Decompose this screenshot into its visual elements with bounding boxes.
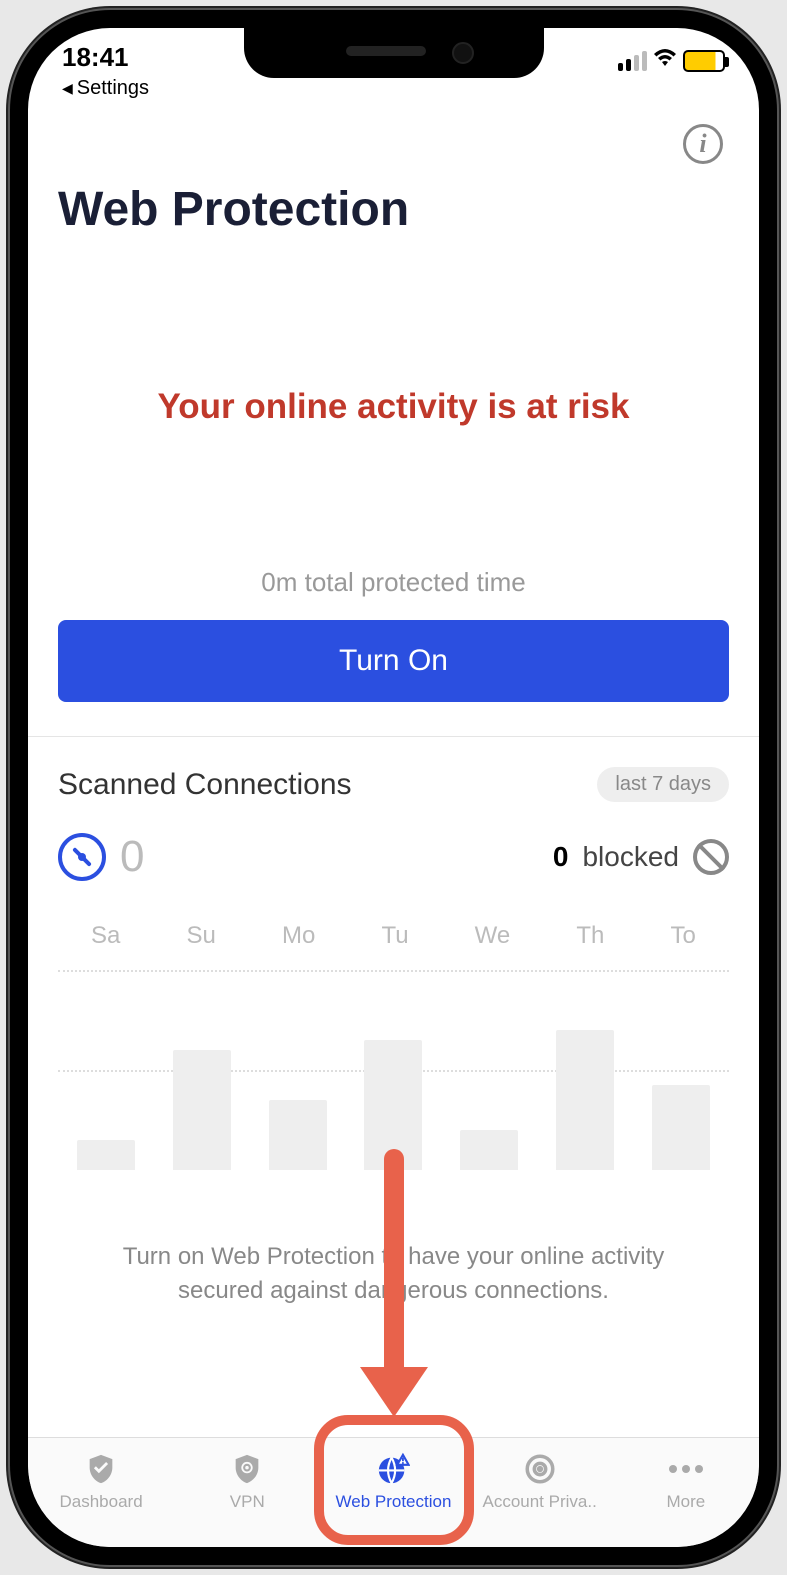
tab-vpn[interactable]: VPN xyxy=(177,1452,317,1512)
chart-label: We xyxy=(475,922,511,950)
blocked-label: blocked xyxy=(582,841,679,873)
chart-label: To xyxy=(670,922,695,950)
chart-label: Sa xyxy=(91,922,120,950)
screen: 18:41 Settings i Web Protection Your onl… xyxy=(28,28,759,1547)
tab-dashboard[interactable]: Dashboard xyxy=(31,1452,171,1512)
tab-label: VPN xyxy=(230,1492,265,1512)
compass-icon xyxy=(58,833,106,881)
scanned-count: 0 xyxy=(120,832,144,882)
chart-bar xyxy=(77,1140,135,1170)
risk-message: Your online activity is at risk xyxy=(58,387,729,427)
back-to-settings[interactable]: Settings xyxy=(62,77,149,100)
chart-bar xyxy=(460,1130,518,1170)
chart-label: Su xyxy=(187,922,216,950)
shield-check-icon xyxy=(84,1452,118,1486)
divider xyxy=(28,736,759,737)
chart-label: Mo xyxy=(282,922,315,950)
chart-bar xyxy=(269,1100,327,1170)
phone-frame: 18:41 Settings i Web Protection Your onl… xyxy=(10,10,777,1565)
status-time: 18:41 xyxy=(62,42,149,73)
callout-highlight xyxy=(314,1415,474,1545)
scanned-connections-title: Scanned Connections xyxy=(58,768,352,802)
wifi-icon xyxy=(653,48,677,74)
scanned-chart: Sa Su Mo Tu We Th To xyxy=(58,922,729,1170)
tab-account-privacy[interactable]: Account Priva.. xyxy=(470,1452,610,1512)
tab-label: More xyxy=(666,1492,705,1512)
battery-icon xyxy=(683,50,725,72)
page-title: Web Protection xyxy=(58,182,729,237)
shield-link-icon xyxy=(230,1452,264,1486)
period-pill[interactable]: last 7 days xyxy=(597,767,729,802)
chart-bars xyxy=(58,970,729,1170)
callout-arrow xyxy=(360,1149,428,1417)
chart-bar xyxy=(652,1085,710,1170)
more-dots-icon xyxy=(669,1452,703,1486)
tab-more[interactable]: More xyxy=(616,1452,756,1512)
chart-label: Th xyxy=(576,922,604,950)
chart-bar xyxy=(556,1030,614,1170)
turn-on-button[interactable]: Turn On xyxy=(58,620,729,702)
notch xyxy=(244,28,544,78)
blocked-count: 0 xyxy=(553,841,569,873)
tab-label: Dashboard xyxy=(60,1492,143,1512)
blocked-icon xyxy=(693,839,729,875)
chart-bar xyxy=(173,1050,231,1170)
protected-time-label: 0m total protected time xyxy=(58,567,729,598)
info-icon[interactable]: i xyxy=(683,124,723,164)
tab-label: Account Priva.. xyxy=(482,1492,596,1512)
cellular-signal-icon xyxy=(618,51,647,71)
chart-label: Tu xyxy=(381,922,408,950)
target-icon xyxy=(523,1452,557,1486)
